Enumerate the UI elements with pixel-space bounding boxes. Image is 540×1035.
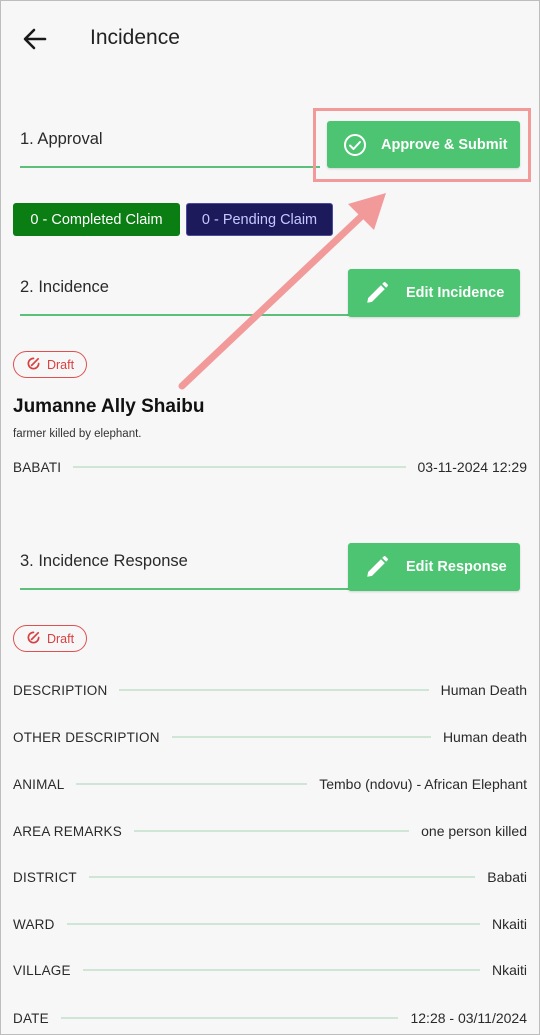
field-row-village: VILLAGE Nkaiti <box>13 959 527 981</box>
edit-incidence-button[interactable]: Edit Incidence <box>348 269 520 317</box>
field-label: DISTRICT <box>13 869 77 885</box>
row-divider-line <box>119 689 429 691</box>
row-divider-line <box>66 923 480 925</box>
field-value: one person killed <box>421 823 527 839</box>
row-divider-line <box>82 969 480 971</box>
incidence-section-title: 2. Incidence <box>20 278 109 296</box>
draft-icon <box>26 356 41 374</box>
field-row-district: DISTRICT Babati <box>13 866 527 888</box>
row-divider-line <box>88 876 476 878</box>
field-label: DESCRIPTION <box>13 682 108 698</box>
row-divider-line <box>60 1017 399 1019</box>
incidence-status-badge: Draft <box>13 351 87 378</box>
back-button[interactable] <box>18 22 52 56</box>
incidence-status-label: Draft <box>46 357 75 372</box>
response-status-badge: Draft <box>13 625 87 652</box>
edit-incidence-label: Edit Incidence <box>406 285 505 301</box>
completed-claim-badge[interactable]: 0 - Completed Claim <box>13 203 180 236</box>
approval-section-title: 1. Approval <box>20 130 103 148</box>
row-divider-line <box>171 736 431 738</box>
response-section-divider <box>20 588 350 590</box>
draft-icon <box>26 630 41 648</box>
field-value: Nkaiti <box>491 962 527 978</box>
response-section-title: 3. Incidence Response <box>20 552 188 570</box>
row-divider-line <box>76 783 308 785</box>
field-row-ward: WARD Nkaiti <box>13 913 527 935</box>
incidence-section-divider <box>20 314 350 316</box>
response-status-label: Draft <box>46 631 75 646</box>
arrow-left-icon <box>23 28 47 50</box>
incidence-location-row: BABATI 03-11-2024 12:29 <box>13 456 527 478</box>
person-name: Jumanne Ally Shaibu <box>13 396 205 417</box>
pencil-icon <box>364 554 390 580</box>
field-value: Tembo (ndovu) - African Elephant <box>319 776 527 792</box>
pencil-icon <box>364 280 390 306</box>
field-row-date: DATE 12:28 - 03/11/2024 <box>13 1007 527 1029</box>
pending-claim-badge[interactable]: 0 - Pending Claim <box>186 203 333 236</box>
annotation-highlight-box <box>313 108 531 182</box>
field-value: Human Death <box>440 682 527 698</box>
field-value: Nkaiti <box>491 916 527 932</box>
field-value: Human death <box>442 729 527 745</box>
field-row-area-remarks: AREA REMARKS one person killed <box>13 820 527 842</box>
field-label: WARD <box>13 916 55 932</box>
approval-section-divider <box>20 166 320 168</box>
field-label: OTHER DESCRIPTION <box>13 729 160 745</box>
field-label: AREA REMARKS <box>13 823 122 839</box>
field-value: 12:28 - 03/11/2024 <box>410 1010 527 1026</box>
field-row-animal: ANIMAL Tembo (ndovu) - African Elephant <box>13 773 527 795</box>
incidence-datetime: 03-11-2024 12:29 <box>417 459 528 475</box>
field-value: Babati <box>487 869 527 885</box>
row-divider-line <box>73 466 406 468</box>
page-title: Incidence <box>90 26 180 49</box>
edit-response-button[interactable]: Edit Response <box>348 543 520 591</box>
field-label: VILLAGE <box>13 962 71 978</box>
incidence-location: BABATI <box>13 459 62 475</box>
field-label: ANIMAL <box>13 776 65 792</box>
field-label: DATE <box>13 1010 49 1026</box>
edit-response-label: Edit Response <box>406 559 507 575</box>
incidence-note: farmer killed by elephant. <box>13 428 142 440</box>
field-row-description: DESCRIPTION Human Death <box>13 679 527 701</box>
row-divider-line <box>133 830 410 832</box>
field-row-other-description: OTHER DESCRIPTION Human death <box>13 726 527 748</box>
